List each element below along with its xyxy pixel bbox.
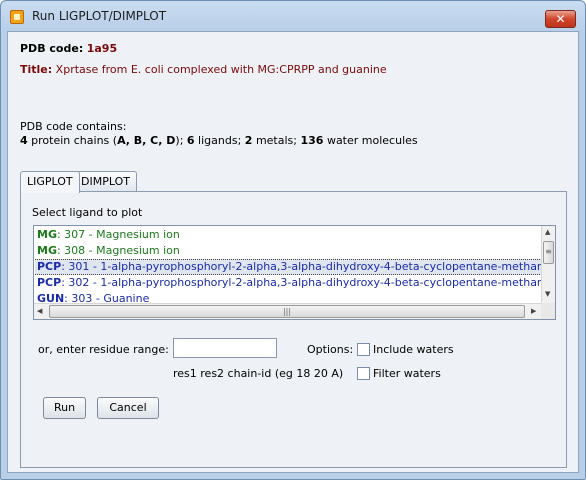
list-item[interactable]: MG: 308 - Magnesium ion — [35, 243, 542, 259]
vertical-scrollbar[interactable]: ▲ ≡ ▼ — [541, 226, 555, 303]
residue-range-hint: res1 res2 chain-id (eg 18 20 A) — [173, 367, 344, 380]
ligand-desc: : 301 - 1-alpha-pyrophosphoryl-2-alpha,3… — [61, 260, 542, 273]
scroll-left-icon[interactable]: ◀ — [37, 307, 42, 315]
ligand-code: PCP — [37, 260, 62, 273]
ligands-count: 6 — [186, 134, 195, 147]
vertical-scroll-thumb[interactable]: ≡ — [543, 241, 554, 264]
summary-heading: PDB code contains: — [20, 120, 127, 133]
ligand-code: MG — [37, 244, 57, 257]
ligand-desc: : 307 - Magnesium ion — [56, 228, 180, 241]
select-ligand-label: Select ligand to plot — [32, 206, 143, 219]
dialog-window: Run LIGPLOT/DIMPLOT ✕ PDB code: 1a95 Tit… — [0, 0, 586, 480]
window-title: Run LIGPLOT/DIMPLOT — [32, 9, 167, 23]
ligand-desc: : 308 - Magnesium ion — [56, 244, 180, 257]
close-button[interactable]: ✕ — [545, 10, 576, 28]
title-label: Title: — [20, 63, 53, 76]
scroll-corner — [541, 303, 555, 319]
residue-range-input[interactable] — [173, 338, 277, 358]
run-button[interactable]: Run — [43, 397, 86, 419]
summary-line: 4 protein chains (A, B, C, D); 6 ligands… — [20, 134, 418, 147]
dialog-body: PDB code: 1a95 Title: Xprtase from E. co… — [7, 31, 579, 473]
scroll-down-icon[interactable]: ▼ — [545, 290, 550, 298]
pdb-code-value: 1a95 — [86, 42, 118, 55]
ligplot-panel: Select ligand to plot MG: 307 - Magnesiu… — [20, 191, 567, 468]
ligand-list[interactable]: MG: 307 - Magnesium ion MG: 308 - Magnes… — [33, 225, 556, 320]
chains-end: ); — [175, 134, 184, 147]
options-label: Options: — [307, 343, 354, 356]
tab-dimplot[interactable]: DIMPLOT — [74, 171, 137, 192]
title-bar[interactable]: Run LIGPLOT/DIMPLOT ✕ — [1, 1, 585, 31]
horizontal-scroll-thumb[interactable]: ||| — [49, 305, 525, 318]
pdb-code-line: PDB code: 1a95 — [20, 42, 117, 55]
horizontal-scrollbar[interactable]: ◀ ||| ▶ — [34, 303, 543, 319]
residue-range-label: or, enter residue range: — [38, 343, 169, 356]
ligand-desc: : 302 - 1-alpha-pyrophosphoryl-2-alpha,3… — [61, 276, 542, 289]
water-count: 136 — [300, 134, 324, 147]
metals-text: metals; — [252, 134, 297, 147]
water-text: water molecules — [323, 134, 418, 147]
include-waters-label[interactable]: Include waters — [373, 343, 454, 356]
chains-ids: A, B, C, D — [117, 134, 176, 147]
cancel-button[interactable]: Cancel — [97, 397, 159, 419]
title-line: Title: Xprtase from E. coli complexed wi… — [20, 63, 387, 76]
list-item-selected[interactable]: PCP: 301 - 1-alpha-pyrophosphoryl-2-alph… — [35, 259, 542, 275]
ligand-code: MG — [37, 228, 57, 241]
filter-waters-label[interactable]: Filter waters — [373, 367, 441, 380]
include-waters-checkbox[interactable] — [357, 343, 370, 356]
tab-ligplot[interactable]: LIGPLOT — [20, 171, 80, 193]
pdb-code-label: PDB code: — [20, 42, 84, 55]
ligands-text: ligands; — [194, 134, 242, 147]
ligand-code: PCP — [37, 276, 62, 289]
scroll-up-icon[interactable]: ▲ — [545, 228, 550, 236]
app-icon — [10, 10, 24, 24]
title-value: Xprtase from E. coli complexed with MG:C… — [55, 63, 387, 76]
chains-count: 4 — [20, 134, 28, 147]
filter-waters-checkbox[interactable] — [357, 367, 370, 380]
list-item[interactable]: PCP: 302 - 1-alpha-pyrophosphoryl-2-alph… — [35, 275, 542, 291]
scroll-right-icon[interactable]: ▶ — [531, 307, 536, 315]
chains-text: protein chains ( — [27, 134, 118, 147]
list-item[interactable]: MG: 307 - Magnesium ion — [35, 227, 542, 243]
